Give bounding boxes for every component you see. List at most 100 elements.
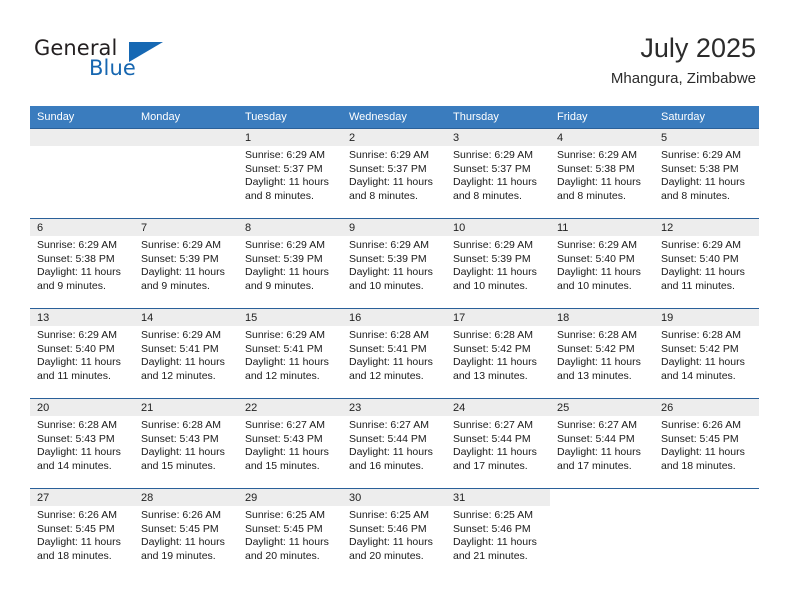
- sunrise-text: Sunrise: 6:28 AM: [557, 329, 637, 341]
- calendar-week-row: 6 Sunrise: 6:29 AM Sunset: 5:38 PM Daylight…: [30, 218, 759, 309]
- day-number: 12: [654, 219, 759, 236]
- sunrise-text: Sunrise: 6:25 AM: [245, 509, 325, 521]
- calendar-day-cell[interactable]: 30 Sunrise: 6:25 AM Sunset: 5:46 PM Dayligh…: [342, 488, 446, 579]
- calendar-day-cell[interactable]: 3 Sunrise: 6:29 AM Sunset: 5:37 PM Daylight…: [446, 128, 550, 219]
- calendar-empty-cell: [134, 128, 238, 219]
- calendar-day-cell[interactable]: 7 Sunrise: 6:29 AM Sunset: 5:39 PM Daylight…: [134, 218, 238, 309]
- calendar-day-cell[interactable]: 28 Sunrise: 6:26 AM Sunset: 5:45 PM Dayligh…: [134, 488, 238, 579]
- calendar-day-cell[interactable]: 13 Sunrise: 6:29 AM Sunset: 5:40 PM Dayligh…: [30, 308, 134, 399]
- calendar-day-cell[interactable]: 9 Sunrise: 6:29 AM Sunset: 5:39 PM Daylight…: [342, 218, 446, 309]
- calendar-week-row: 20 Sunrise: 6:28 AM Sunset: 5:43 PM Dayligh…: [30, 398, 759, 489]
- daylight-text-line2: and 17 minutes.: [453, 459, 528, 472]
- calendar-day-cell[interactable]: 25 Sunrise: 6:27 AM Sunset: 5:44 PM Dayligh…: [550, 398, 654, 489]
- calendar-day-cell[interactable]: 11 Sunrise: 6:29 AM Sunset: 5:40 PM Dayligh…: [550, 218, 654, 309]
- sunrise-text: Sunrise: 6:25 AM: [453, 509, 533, 521]
- calendar-day-cell[interactable]: 27 Sunrise: 6:26 AM Sunset: 5:45 PM Dayligh…: [30, 488, 134, 579]
- daylight-text-line2: and 8 minutes.: [557, 189, 626, 202]
- day-details: Sunrise: 6:26 AM Sunset: 5:45 PM Daylight:…: [654, 416, 759, 473]
- calendar-day-cell[interactable]: 29 Sunrise: 6:25 AM Sunset: 5:45 PM Dayligh…: [238, 488, 342, 579]
- calendar-day-cell[interactable]: 20 Sunrise: 6:28 AM Sunset: 5:43 PM Dayligh…: [30, 398, 134, 489]
- day-number: 11: [550, 219, 654, 236]
- sunrise-text: Sunrise: 6:28 AM: [661, 329, 741, 341]
- daylight-text-line2: and 19 minutes.: [141, 549, 216, 562]
- daylight-text-line1: Daylight: 11 hours: [453, 446, 537, 459]
- day-number: 14: [134, 309, 238, 326]
- day-number: 6: [30, 219, 134, 236]
- day-number: 30: [342, 489, 446, 506]
- sunrise-text: Sunrise: 6:29 AM: [245, 149, 325, 161]
- daylight-text-line2: and 10 minutes.: [557, 279, 632, 292]
- calendar-day-cell[interactable]: 4 Sunrise: 6:29 AM Sunset: 5:38 PM Daylight…: [550, 128, 654, 219]
- daylight-text-line1: Daylight: 11 hours: [453, 356, 537, 369]
- calendar-day-cell[interactable]: 14 Sunrise: 6:29 AM Sunset: 5:41 PM Dayligh…: [134, 308, 238, 399]
- calendar-day-cell[interactable]: 23 Sunrise: 6:27 AM Sunset: 5:44 PM Dayligh…: [342, 398, 446, 489]
- daylight-text-line2: and 9 minutes.: [37, 279, 106, 292]
- sunset-text: Sunset: 5:38 PM: [661, 162, 739, 175]
- calendar-day-cell[interactable]: 8 Sunrise: 6:29 AM Sunset: 5:39 PM Daylight…: [238, 218, 342, 309]
- sunrise-text: Sunrise: 6:27 AM: [349, 419, 429, 431]
- calendar-day-cell[interactable]: 18 Sunrise: 6:28 AM Sunset: 5:42 PM Dayligh…: [550, 308, 654, 399]
- day-details: Sunrise: 6:27 AM Sunset: 5:43 PM Daylight:…: [238, 416, 342, 473]
- sunrise-text: Sunrise: 6:29 AM: [661, 149, 741, 161]
- calendar-day-cell[interactable]: 16 Sunrise: 6:28 AM Sunset: 5:41 PM Dayligh…: [342, 308, 446, 399]
- daylight-text-line1: Daylight: 11 hours: [557, 446, 641, 459]
- daylight-text-line2: and 21 minutes.: [453, 549, 528, 562]
- sunset-text: Sunset: 5:40 PM: [661, 252, 739, 265]
- daylight-text-line1: Daylight: 11 hours: [245, 356, 329, 369]
- daylight-text-line1: Daylight: 11 hours: [453, 266, 537, 279]
- calendar-day-cell[interactable]: 15 Sunrise: 6:29 AM Sunset: 5:41 PM Dayligh…: [238, 308, 342, 399]
- daylight-text-line2: and 13 minutes.: [557, 369, 632, 382]
- daylight-text-line2: and 20 minutes.: [349, 549, 424, 562]
- calendar-day-cell[interactable]: 26 Sunrise: 6:26 AM Sunset: 5:45 PM Dayligh…: [654, 398, 759, 489]
- daylight-text-line2: and 16 minutes.: [349, 459, 424, 472]
- daylight-text-line1: Daylight: 11 hours: [453, 176, 537, 189]
- weekday-header-sunday: Sunday: [30, 106, 134, 129]
- calendar-day-cell[interactable]: 12 Sunrise: 6:29 AM Sunset: 5:40 PM Dayligh…: [654, 218, 759, 309]
- sunrise-text: Sunrise: 6:28 AM: [453, 329, 533, 341]
- day-details: Sunrise: 6:29 AM Sunset: 5:37 PM Daylight:…: [446, 146, 550, 203]
- calendar-day-cell[interactable]: 31 Sunrise: 6:25 AM Sunset: 5:46 PM Dayligh…: [446, 488, 550, 579]
- daylight-text-line2: and 14 minutes.: [37, 459, 112, 472]
- calendar-week-row: 27 Sunrise: 6:26 AM Sunset: 5:45 PM Dayligh…: [30, 488, 759, 579]
- calendar-day-cell[interactable]: 22 Sunrise: 6:27 AM Sunset: 5:43 PM Dayligh…: [238, 398, 342, 489]
- title-block: July 2025 Mhangura, Zimbabwe: [611, 32, 756, 90]
- day-number: 13: [30, 309, 134, 326]
- calendar-empty-cell: [550, 488, 654, 579]
- calendar-day-cell[interactable]: 10 Sunrise: 6:29 AM Sunset: 5:39 PM Dayligh…: [446, 218, 550, 309]
- weekday-header-tuesday: Tuesday: [238, 106, 342, 129]
- sunset-text: Sunset: 5:40 PM: [557, 252, 635, 265]
- daylight-text-line2: and 13 minutes.: [453, 369, 528, 382]
- calendar-day-cell[interactable]: 1 Sunrise: 6:29 AM Sunset: 5:37 PM Daylight…: [238, 128, 342, 219]
- general-blue-logo: General Blue: [34, 36, 234, 86]
- day-details: Sunrise: 6:27 AM Sunset: 5:44 PM Daylight:…: [550, 416, 654, 473]
- daylight-text-line1: Daylight: 11 hours: [37, 446, 121, 459]
- calendar-day-cell[interactable]: 24 Sunrise: 6:27 AM Sunset: 5:44 PM Dayligh…: [446, 398, 550, 489]
- day-number: [30, 129, 134, 146]
- calendar-day-cell[interactable]: 6 Sunrise: 6:29 AM Sunset: 5:38 PM Daylight…: [30, 218, 134, 309]
- calendar-day-cell[interactable]: 2 Sunrise: 6:29 AM Sunset: 5:37 PM Daylight…: [342, 128, 446, 219]
- sunset-text: Sunset: 5:43 PM: [141, 432, 219, 445]
- calendar-day-cell[interactable]: 19 Sunrise: 6:28 AM Sunset: 5:42 PM Dayligh…: [654, 308, 759, 399]
- daylight-text-line2: and 17 minutes.: [557, 459, 632, 472]
- sunset-text: Sunset: 5:37 PM: [453, 162, 531, 175]
- sunset-text: Sunset: 5:39 PM: [245, 252, 323, 265]
- daylight-text-line1: Daylight: 11 hours: [557, 356, 641, 369]
- daylight-text-line1: Daylight: 11 hours: [245, 536, 329, 549]
- daylight-text-line1: Daylight: 11 hours: [37, 356, 121, 369]
- calendar-empty-cell: [30, 128, 134, 219]
- day-details: Sunrise: 6:29 AM Sunset: 5:41 PM Daylight:…: [238, 326, 342, 383]
- calendar-day-cell[interactable]: 17 Sunrise: 6:28 AM Sunset: 5:42 PM Dayligh…: [446, 308, 550, 399]
- day-number: 9: [342, 219, 446, 236]
- day-number: [654, 489, 759, 506]
- calendar-table: Sunday Monday Tuesday Wednesday Thursday…: [30, 106, 759, 579]
- calendar-day-cell[interactable]: 21 Sunrise: 6:28 AM Sunset: 5:43 PM Dayligh…: [134, 398, 238, 489]
- day-details: Sunrise: 6:28 AM Sunset: 5:42 PM Daylight:…: [654, 326, 759, 383]
- day-number: 17: [446, 309, 550, 326]
- daylight-text-line1: Daylight: 11 hours: [245, 446, 329, 459]
- sunrise-text: Sunrise: 6:29 AM: [245, 239, 325, 251]
- sunset-text: Sunset: 5:39 PM: [349, 252, 427, 265]
- daylight-text-line2: and 11 minutes.: [37, 369, 111, 382]
- sunset-text: Sunset: 5:41 PM: [141, 342, 219, 355]
- calendar-day-cell[interactable]: 5 Sunrise: 6:29 AM Sunset: 5:38 PM Daylight…: [654, 128, 759, 219]
- daylight-text-line1: Daylight: 11 hours: [349, 536, 433, 549]
